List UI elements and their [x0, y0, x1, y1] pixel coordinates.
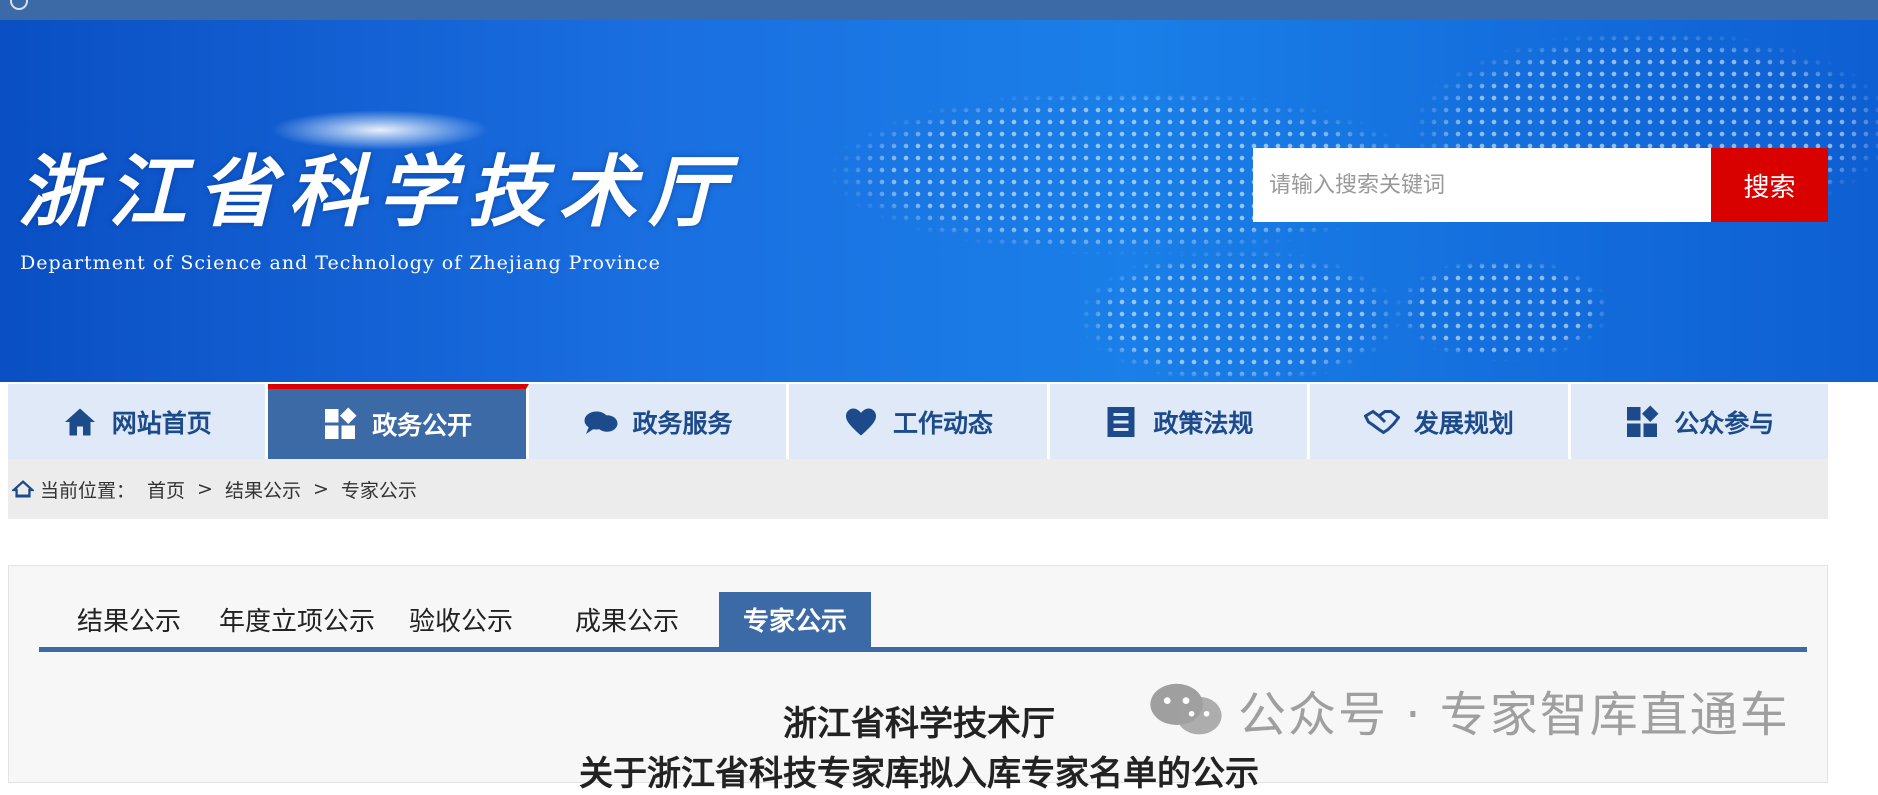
wechat-icon — [1150, 683, 1222, 735]
nav-item-label: 政务服务 — [632, 408, 733, 438]
home-icon — [64, 408, 95, 435]
breadcrumb-experts[interactable]: 专家公示 — [341, 476, 417, 503]
breadcrumb-results[interactable]: 结果公示 — [225, 476, 301, 503]
open-affairs-icon — [325, 407, 357, 439]
main-nav: 网站首页 政务公开 政务服务 工作动态 政策法规 发展规划 公众参与 — [8, 384, 1828, 459]
watermark: 公众号 · 专家智库直通车 — [1148, 680, 1790, 743]
breadcrumb-separator: > — [197, 478, 213, 500]
nav-item-label: 工作动态 — [892, 408, 993, 438]
tab-results[interactable]: 结果公示 — [69, 592, 189, 647]
nav-item-label: 发展规划 — [1413, 408, 1514, 438]
breadcrumb-prefix: 当前位置： — [40, 479, 136, 502]
nav-item-work-news[interactable]: 工作动态 — [789, 384, 1050, 459]
breadcrumb-separator: > — [312, 478, 329, 500]
breadcrumb-home[interactable]: 首页 — [147, 476, 185, 503]
nav-item-planning[interactable]: 发展规划 — [1310, 384, 1571, 459]
document-list-icon — [1107, 406, 1135, 437]
document-title-line2: 关于浙江省科技专家库拟入库专家名单的公示 — [579, 754, 1259, 794]
search-input[interactable] — [1253, 148, 1711, 222]
nav-item-policy[interactable]: 政策法规 — [1049, 384, 1311, 459]
site-logo-english: Department of Science and Technology of … — [20, 252, 661, 274]
nav-item-label: 政策法规 — [1153, 408, 1254, 438]
top-utility-bar — [0, 0, 1878, 20]
nav-item-home[interactable]: 网站首页 — [8, 384, 269, 459]
nav-item-services[interactable]: 政务服务 — [528, 384, 790, 459]
tab-achievements[interactable]: 成果公示 — [569, 592, 685, 647]
content-panel: 结果公示 年度立项公示 验收公示 成果公示 专家公示 浙江省科学技术厅 关于浙江… — [8, 565, 1828, 794]
watermark-text: 公众号 · 专家智库直通车 — [1238, 687, 1790, 743]
tab-annual-projects[interactable]: 年度立项公示 — [217, 592, 377, 647]
tab-experts[interactable]: 专家公示 — [719, 592, 871, 647]
tab-acceptance[interactable]: 验收公示 — [403, 592, 519, 647]
nav-item-label: 公众参与 — [1674, 408, 1775, 438]
nav-item-label: 网站首页 — [111, 408, 212, 438]
participation-icon — [1627, 405, 1659, 437]
breadcrumb: 当前位置： 首页 > 结果公示 > 专家公示 — [8, 459, 1828, 519]
nav-item-participation[interactable]: 公众参与 — [1570, 384, 1828, 459]
site-logo-chinese[interactable]: 浙江省科学技术厅 — [18, 130, 738, 242]
nav-item-open-affairs[interactable]: 政务公开 — [268, 384, 529, 459]
nav-item-label: 政务公开 — [372, 411, 473, 440]
user-icon[interactable] — [10, 0, 28, 10]
handshake-icon — [1363, 409, 1400, 434]
announcement-tabs: 结果公示 年度立项公示 验收公示 成果公示 专家公示 — [39, 592, 1807, 652]
search-button[interactable]: 搜索 — [1711, 148, 1828, 222]
chat-bubbles-icon — [584, 411, 618, 434]
heart-icon — [845, 408, 876, 435]
breadcrumb-home-icon — [12, 480, 34, 498]
